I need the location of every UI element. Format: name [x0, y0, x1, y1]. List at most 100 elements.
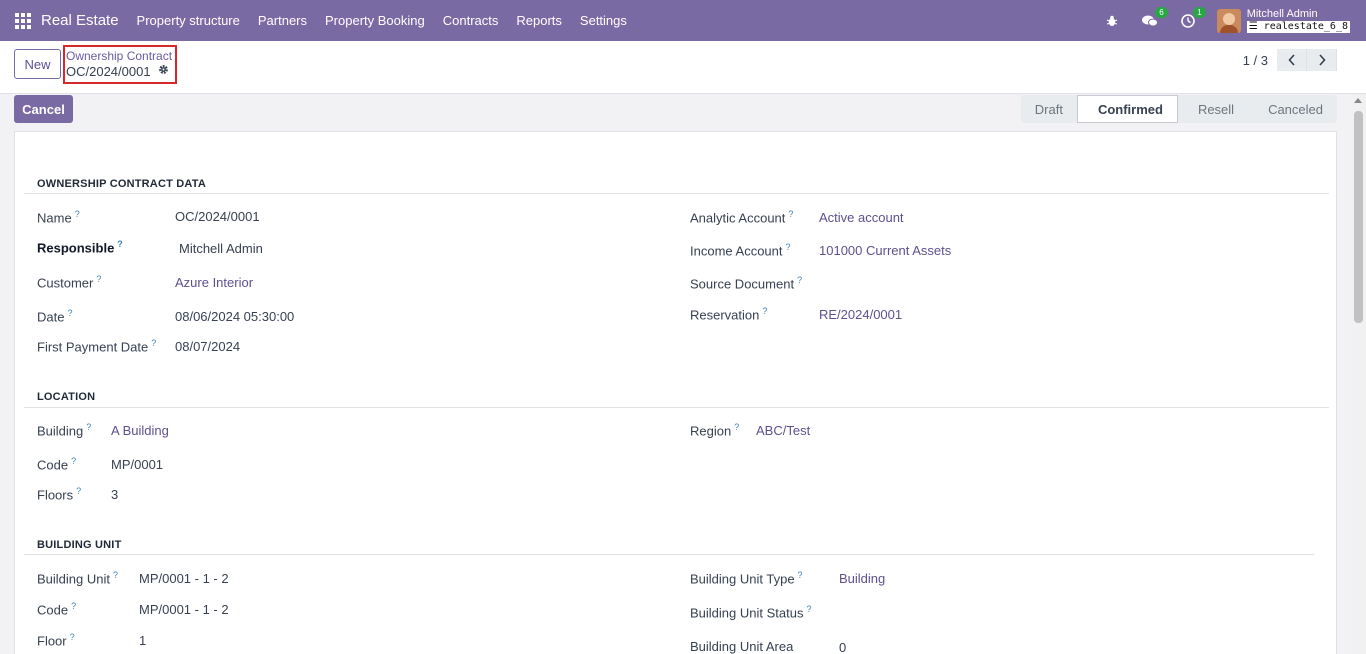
help-icon[interactable]: ?: [96, 274, 101, 284]
apps-menu-icon[interactable]: [15, 12, 31, 29]
new-button[interactable]: New: [14, 49, 61, 79]
label-floors-text: Floors: [37, 487, 74, 503]
user-menu[interactable]: Mitchell Admin ☰ realestate_6_8: [1246, 8, 1350, 33]
stage-canceled[interactable]: Canceled: [1248, 95, 1337, 123]
menu-partners[interactable]: Partners: [258, 13, 307, 28]
label-customer-text: Customer: [37, 275, 94, 291]
value-responsible[interactable]: Mitchell Admin: [179, 241, 263, 256]
section-divider: [24, 407, 1329, 408]
section-divider: [24, 193, 1329, 194]
label-date-text: Date: [37, 309, 65, 325]
value-customer[interactable]: Azure Interior: [175, 275, 253, 290]
menu-contracts[interactable]: Contracts: [443, 13, 499, 28]
value-income-account[interactable]: 101000 Current Assets: [819, 243, 951, 258]
section-title-contract: OWNERSHIP CONTRACT DATA: [37, 178, 206, 190]
record-name: OC/2024/0001: [66, 64, 151, 79]
messages-icon[interactable]: 6: [1141, 6, 1168, 30]
label-floor: Floor?: [37, 632, 75, 648]
value-building[interactable]: A Building: [111, 423, 169, 438]
label-building-unit: Building Unit?: [37, 570, 118, 586]
stage-resell[interactable]: Resell: [1177, 95, 1249, 123]
label-name-text: Name: [37, 210, 72, 226]
help-icon[interactable]: ?: [788, 209, 793, 219]
value-building-unit-area[interactable]: 0: [839, 640, 846, 654]
value-region[interactable]: ABC/Test: [756, 423, 810, 438]
bug-icon[interactable]: [1103, 12, 1121, 30]
stage-confirmed[interactable]: Confirmed: [1076, 95, 1178, 123]
value-first-payment-date[interactable]: 08/07/2024: [175, 339, 240, 354]
label-building: Building?: [37, 422, 91, 438]
label-code-text: Code: [37, 457, 69, 473]
help-icon[interactable]: ?: [70, 632, 75, 642]
messages-badge: 6: [1155, 6, 1168, 18]
value-analytic-account[interactable]: Active account: [819, 210, 904, 225]
pager-previous-button[interactable]: [1277, 49, 1307, 71]
label-building-text: Building: [37, 423, 84, 439]
label-name: Name?: [37, 209, 80, 225]
help-icon[interactable]: ?: [71, 456, 76, 466]
menu-property-booking[interactable]: Property Booking: [325, 13, 425, 28]
help-icon[interactable]: ?: [71, 601, 76, 611]
help-icon[interactable]: ?: [798, 570, 803, 580]
label-source-document: Source Document?: [690, 275, 802, 291]
clock-icon: [1180, 13, 1195, 28]
label-unit-code-text: Code: [37, 602, 69, 618]
value-floor[interactable]: 1: [139, 633, 146, 648]
help-icon[interactable]: ?: [762, 306, 767, 316]
label-reservation-text: Reservation: [690, 307, 760, 323]
help-icon[interactable]: ?: [75, 209, 80, 219]
chevron-left-icon: [1287, 54, 1295, 66]
label-code: Code?: [37, 456, 76, 472]
menu-settings[interactable]: Settings: [580, 13, 627, 28]
label-analytic-account: Analytic Account?: [690, 209, 793, 225]
value-building-unit[interactable]: MP/0001 - 1 - 2: [139, 571, 229, 586]
stage-draft[interactable]: Draft: [1020, 95, 1077, 123]
help-icon[interactable]: ?: [151, 338, 156, 348]
label-building-unit-status: Building Unit Status?: [690, 604, 811, 620]
value-name[interactable]: OC/2024/0001: [175, 209, 260, 224]
help-icon[interactable]: ?: [806, 604, 811, 614]
label-first-payment-date: First Payment Date?: [37, 338, 156, 354]
help-icon[interactable]: ?: [67, 308, 72, 318]
breadcrumb-parent[interactable]: Ownership Contract: [66, 49, 174, 63]
menu-reports[interactable]: Reports: [516, 13, 562, 28]
help-icon[interactable]: ?: [734, 422, 739, 432]
value-reservation[interactable]: RE/2024/0001: [819, 307, 902, 322]
value-floors[interactable]: 3: [111, 487, 118, 502]
chevron-right-icon: [1318, 54, 1326, 66]
label-source-document-text: Source Document: [690, 276, 795, 292]
scroll-up-icon[interactable]: [1354, 98, 1362, 103]
user-avatar[interactable]: [1216, 8, 1241, 33]
help-icon[interactable]: ?: [113, 570, 118, 580]
gear-icon[interactable]: [158, 63, 169, 80]
cancel-button[interactable]: Cancel: [14, 95, 73, 123]
gear-icon-svg: [158, 65, 168, 74]
label-region-text: Region: [690, 423, 732, 439]
database-name-text: realestate_6_8: [1263, 21, 1348, 32]
label-income-account-text: Income Account: [690, 243, 783, 259]
label-analytic-account-text: Analytic Account: [690, 210, 786, 226]
help-icon[interactable]: ?: [117, 239, 123, 249]
scrollbar[interactable]: [1351, 95, 1366, 654]
value-building-unit-type[interactable]: Building: [839, 571, 885, 586]
scrollbar-thumb[interactable]: [1354, 111, 1363, 323]
user-name: Mitchell Admin: [1246, 8, 1318, 20]
activities-icon[interactable]: 1: [1179, 6, 1206, 30]
help-icon[interactable]: ?: [786, 242, 791, 252]
value-unit-code[interactable]: MP/0001 - 1 - 2: [139, 602, 229, 617]
label-building-unit-area: Building Unit Area: [690, 639, 794, 654]
pager-next-button[interactable]: [1307, 49, 1337, 71]
value-code[interactable]: MP/0001: [111, 457, 163, 472]
breadcrumb-current: OC/2024/0001: [66, 63, 174, 80]
label-building-unit-type-text: Building Unit Type: [690, 571, 795, 587]
pager-value[interactable]: 1 / 3: [1243, 53, 1268, 68]
menu-property-structure[interactable]: Property structure: [137, 13, 240, 28]
value-date[interactable]: 08/06/2024 05:30:00: [175, 309, 294, 324]
help-icon[interactable]: ?: [86, 422, 91, 432]
activities-badge: 1: [1193, 6, 1206, 18]
help-icon[interactable]: ?: [797, 275, 802, 285]
help-icon[interactable]: ?: [76, 486, 81, 496]
top-navbar: Real Estate Property structure Partners …: [0, 0, 1366, 41]
label-floor-text: Floor: [37, 633, 67, 649]
app-brand[interactable]: Real Estate: [41, 12, 119, 29]
